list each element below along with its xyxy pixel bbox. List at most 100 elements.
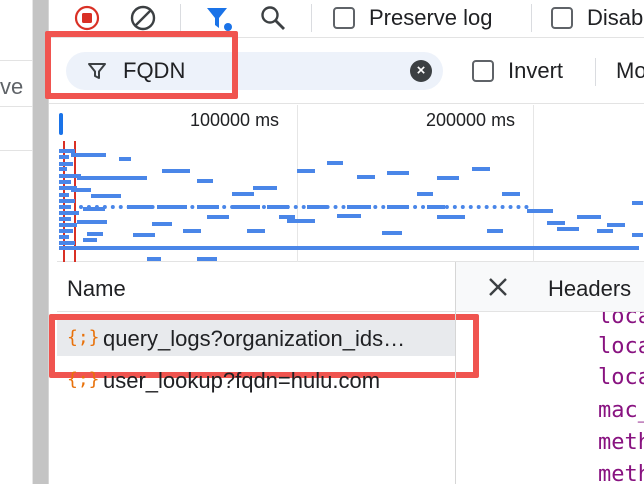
page-content-strip: ve (0, 0, 33, 484)
record-icon (74, 5, 100, 31)
request-timing-bar (59, 246, 639, 250)
header-key: loca (598, 334, 644, 359)
request-timing-bar (437, 215, 465, 219)
request-timing-bar (59, 199, 75, 203)
overview-window-handle[interactable] (59, 113, 63, 135)
clear-icon (130, 5, 156, 31)
filter-highlight-box (45, 31, 238, 99)
header-key: meth (598, 430, 644, 455)
request-timing-bar (387, 171, 409, 175)
request-timing-bar (162, 169, 190, 173)
request-timing-bar (597, 229, 613, 233)
disable-cache-label: Disab (587, 5, 644, 30)
detail-tab-bar: Headers (455, 262, 644, 312)
filter-active-icon (207, 8, 232, 31)
request-timing-bar (382, 231, 402, 235)
tick-label-200000: 200000 ms (426, 110, 516, 130)
request-timing-bar (59, 180, 71, 184)
page-text-fragment: ve (0, 74, 24, 99)
request-timing-bar (607, 223, 625, 227)
record-stop-button[interactable] (71, 2, 103, 34)
divider (0, 60, 33, 61)
request-timing-bar (91, 194, 121, 198)
name-column-header[interactable]: Name (57, 262, 455, 312)
request-timing-bar (59, 211, 79, 215)
tick-gridline (533, 105, 534, 262)
request-row[interactable]: {;} query_logs?organization_ids… (49, 314, 479, 378)
request-name: user_lookup?fqdn=hulu.com (103, 368, 381, 393)
request-timing-bar (152, 222, 172, 226)
request-timing-bar (59, 155, 69, 159)
invert-label: Invert (508, 58, 564, 83)
preserve-log-label: Preserve log (369, 5, 493, 30)
headers-panel: loca loca loca mac_ meth meth (455, 312, 644, 484)
tick-gridline (297, 105, 298, 262)
request-timing-bar (59, 193, 69, 197)
more-filters-label[interactable]: Mo (616, 58, 644, 84)
request-timing-bar (59, 167, 67, 171)
request-timing-bar (59, 205, 71, 209)
request-timing-bar (287, 219, 315, 223)
divider (0, 106, 33, 107)
request-timing-bar (547, 221, 565, 225)
request-timing-bar (357, 175, 375, 179)
header-key: loca (598, 365, 644, 390)
header-key: mac_ (598, 398, 644, 423)
request-timing-bar (232, 192, 254, 196)
dotted-activity-line (79, 205, 529, 209)
network-panel: Preserve log Disab FQDN × Invert Mo 1000… (45, 0, 644, 484)
network-overview-timeline[interactable]: 100000 ms 200000 ms (57, 105, 644, 262)
request-timing-bar (337, 214, 361, 218)
name-header-label: Name (67, 276, 126, 301)
request-timing-bar (487, 229, 503, 233)
request-timing-bar (577, 215, 601, 219)
request-timing-bar (502, 192, 520, 196)
request-timing-bar (247, 229, 265, 233)
clear-filter-icon[interactable]: × (410, 60, 432, 82)
screenshot-root: ve Preserve log Disab FQDN × Invert Mo 1… (0, 0, 644, 484)
request-timing-bar (297, 169, 315, 173)
invert-checkbox[interactable] (472, 60, 494, 82)
request-timing-bar (77, 220, 107, 224)
request-timing-bar (59, 223, 77, 227)
close-icon[interactable] (484, 273, 512, 301)
tab-headers[interactable]: Headers (548, 276, 631, 302)
disable-cache-checkbox[interactable] (551, 7, 573, 29)
request-timing-bar (133, 233, 155, 237)
search-button[interactable] (257, 2, 289, 34)
filter-toggle-button[interactable] (203, 2, 235, 34)
request-timing-bar (632, 201, 643, 205)
request-timing-bar (417, 192, 433, 196)
request-timing-bar (71, 153, 106, 157)
request-timing-bar (59, 235, 69, 239)
request-timing-bar (527, 209, 553, 213)
header-key: meth (598, 462, 644, 484)
request-timing-bar (59, 162, 73, 166)
fetch-json-icon: {;} (67, 369, 100, 390)
request-timing-bar (253, 186, 277, 190)
clear-button[interactable] (127, 2, 159, 34)
request-timing-bar (77, 176, 147, 180)
request-timing-bar (59, 241, 75, 245)
request-row[interactable]: {;} user_lookup?fqdn=hulu.com (57, 362, 455, 398)
filter-toolbar: FQDN × Invert Mo (45, 31, 644, 104)
request-timing-bar (71, 188, 91, 192)
request-timing-bar (197, 179, 213, 183)
tick-label-100000: 100000 ms (190, 110, 280, 130)
divider (0, 150, 33, 151)
toolbar-separator (595, 58, 596, 86)
request-timing-bar (207, 215, 229, 219)
request-timing-bar (632, 233, 643, 237)
request-timing-bar (119, 157, 131, 161)
request-timing-bar (83, 238, 97, 242)
preserve-log-checkbox[interactable] (333, 7, 355, 29)
request-timing-bar (437, 176, 459, 180)
search-icon (261, 6, 285, 30)
toolbar-separator (180, 4, 181, 32)
request-timing-bar (183, 229, 201, 233)
request-timing-bar (147, 257, 161, 261)
request-timing-bar (557, 227, 579, 231)
request-timing-bar (472, 167, 490, 171)
request-timing-bar (197, 257, 217, 261)
request-timing-bar (327, 161, 343, 165)
